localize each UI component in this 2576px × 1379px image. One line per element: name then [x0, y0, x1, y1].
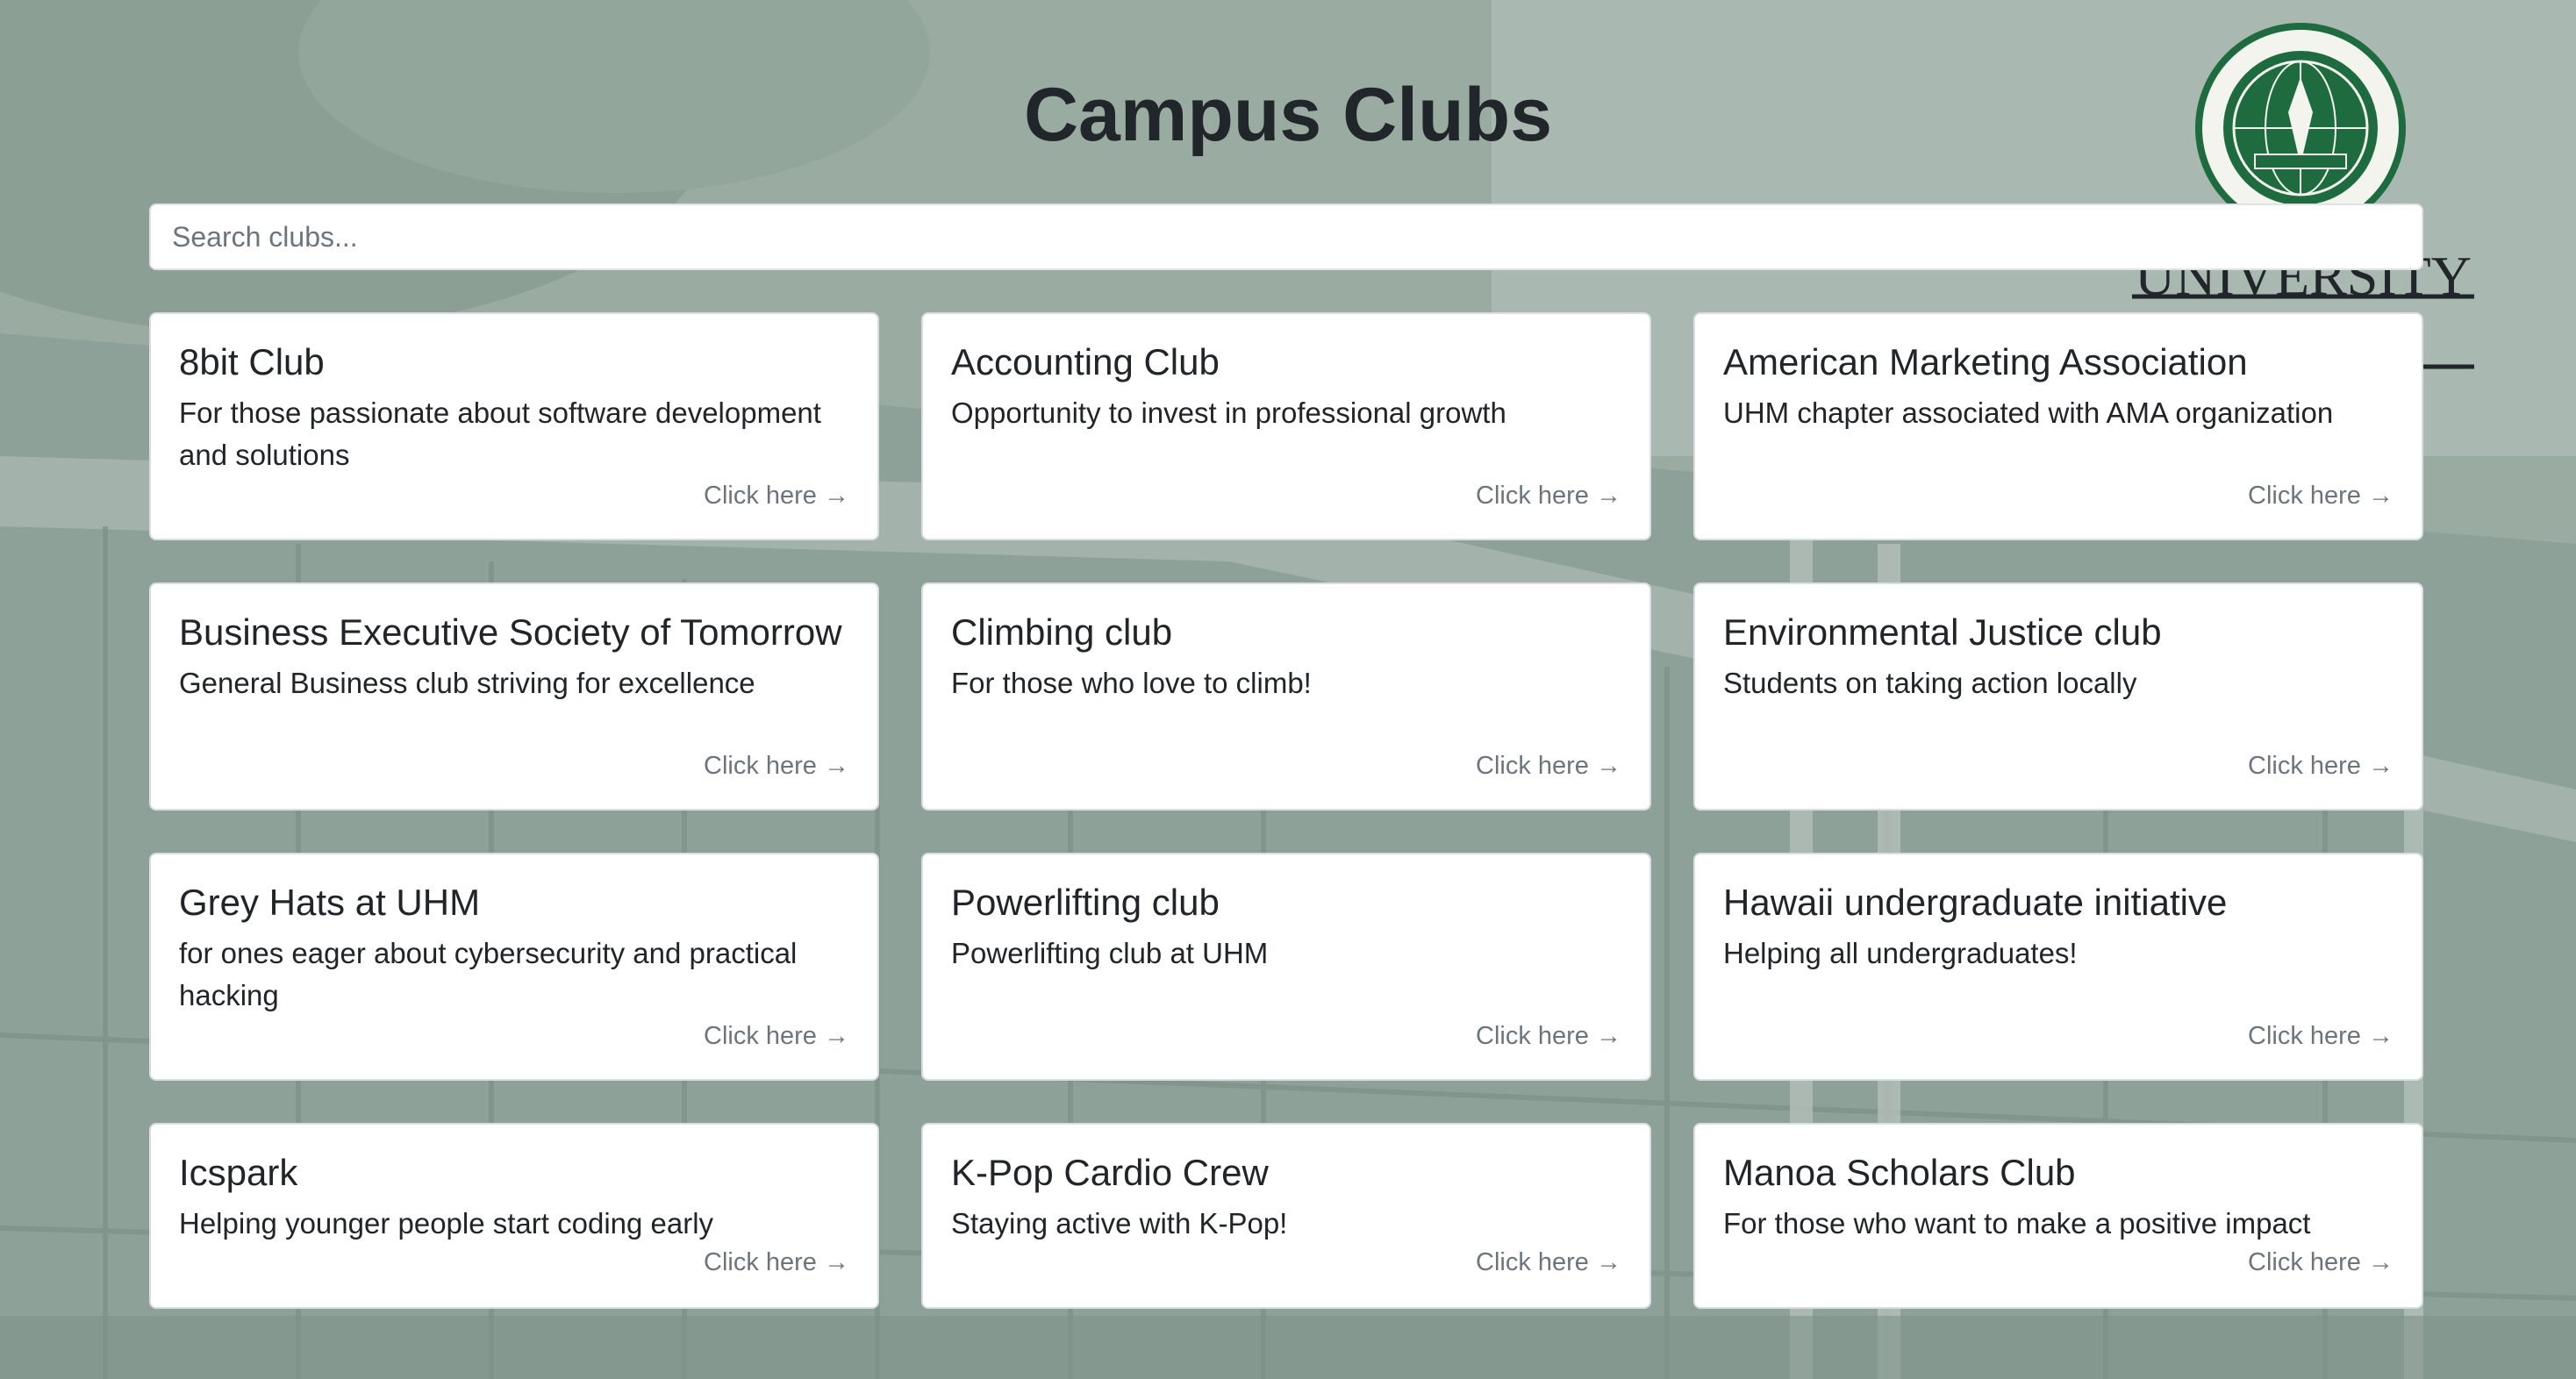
club-card-title: Powerlifting club [951, 882, 1220, 923]
club-card-k-pop-cardio-crew[interactable]: K-Pop Cardio Crew Staying active with K-… [921, 1123, 1651, 1309]
club-card-climbing-club[interactable]: Climbing club For those who love to clim… [921, 582, 1651, 811]
club-card-description: For those who love to climb! [951, 667, 1312, 700]
club-card-link[interactable]: Click here → [2248, 1022, 2394, 1051]
club-card-description: UHM chapter associated with AMA organiza… [1723, 397, 2334, 430]
club-card-title: Manoa Scholars Club [1723, 1152, 2076, 1193]
club-card-description: for ones eager about cybersecurity and p… [179, 937, 798, 1011]
club-card-title: Business Executive Society of Tomorrow [179, 611, 842, 653]
club-card-title: 8bit Club [179, 341, 325, 382]
club-card-link[interactable]: Click here → [704, 752, 849, 781]
club-card-manoa-scholars-club[interactable]: Manoa Scholars Club For those who want t… [1693, 1123, 2423, 1309]
club-card-link[interactable]: Click here → [704, 1248, 849, 1277]
club-card-hawaii-undergraduate-initiative[interactable]: Hawaii undergraduate initiative Helping … [1693, 853, 2423, 1081]
club-card-environmental-justice-club[interactable]: Environmental Justice club Students on t… [1693, 582, 2423, 811]
club-card-grey-hats-at-uhm[interactable]: Grey Hats at UHM for ones eager about cy… [149, 853, 879, 1081]
clubs-grid: 8bit Club For those passionate about sof… [149, 312, 2423, 1351]
club-card-link[interactable]: Click here → [704, 1022, 849, 1051]
club-card-description: Students on taking action locally [1723, 667, 2137, 700]
club-card-description: Staying active with K-Pop! [951, 1207, 1288, 1240]
club-card-description: For those who want to make a positive im… [1723, 1207, 2311, 1240]
club-card-title: K-Pop Cardio Crew [951, 1152, 1269, 1193]
club-card-8bit-club[interactable]: 8bit Club For those passionate about sof… [149, 312, 879, 540]
club-card-description: General Business club striving for excel… [179, 667, 755, 700]
club-card-title: Icspark [179, 1152, 298, 1193]
club-card-accounting-club[interactable]: Accounting Club Opportunity to invest in… [921, 312, 1651, 540]
club-card-link[interactable]: Click here → [704, 482, 849, 511]
club-card-american-marketing-association[interactable]: American Marketing Association UHM chapt… [1693, 312, 2423, 540]
club-card-title: Hawaii undergraduate initiative [1723, 882, 2228, 923]
club-card-description: For those passionate about software deve… [179, 397, 821, 471]
club-card-description: Opportunity to invest in professional gr… [951, 397, 1506, 430]
club-card-description: Helping all undergraduates! [1723, 937, 2078, 970]
club-card-link[interactable]: Click here → [1476, 1248, 1621, 1277]
club-card-title: Climbing club [951, 611, 1173, 653]
club-card-title: Environmental Justice club [1723, 611, 2162, 653]
club-card-powerlifting-club[interactable]: Powerlifting club Powerlifting club at U… [921, 853, 1651, 1081]
club-card-business-executive-society[interactable]: Business Executive Society of Tomorrow G… [149, 582, 879, 811]
club-card-title: Accounting Club [951, 341, 1220, 382]
club-card-description: Powerlifting club at UHM [951, 937, 1269, 970]
club-card-link[interactable]: Click here → [2248, 752, 2394, 781]
club-card-link[interactable]: Click here → [2248, 1248, 2394, 1277]
club-card-link[interactable]: Click here → [1476, 752, 1621, 781]
page-title: Campus Clubs [1023, 73, 1553, 157]
club-card-link[interactable]: Click here → [2248, 482, 2394, 511]
club-card-title: American Marketing Association [1723, 341, 2248, 382]
club-card-title: Grey Hats at UHM [179, 882, 481, 923]
club-card-link[interactable]: Click here → [1476, 1022, 1621, 1051]
club-card-icspark[interactable]: Icspark Helping younger people start cod… [149, 1123, 879, 1309]
search-input[interactable] [149, 204, 2423, 270]
club-card-link[interactable]: Click here → [1476, 482, 1621, 511]
club-card-description: Helping younger people start coding earl… [179, 1207, 714, 1240]
